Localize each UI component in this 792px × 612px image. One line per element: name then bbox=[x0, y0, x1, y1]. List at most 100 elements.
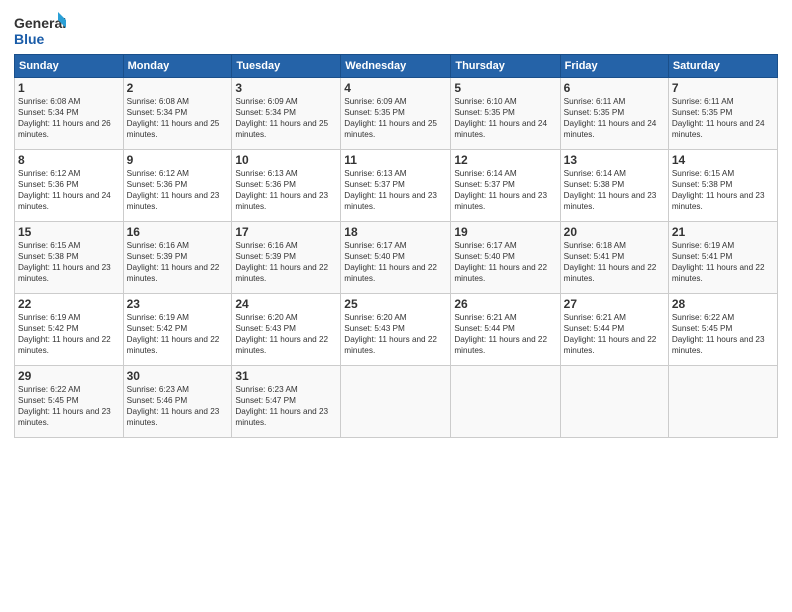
day-number: 21 bbox=[672, 225, 774, 239]
cell-content: Sunrise: 6:23 AMSunset: 5:46 PMDaylight:… bbox=[127, 384, 229, 428]
day-number: 20 bbox=[564, 225, 665, 239]
day-number: 15 bbox=[18, 225, 120, 239]
calendar-cell: 15Sunrise: 6:15 AMSunset: 5:38 PMDayligh… bbox=[15, 222, 124, 294]
weekday-header: Saturday bbox=[668, 55, 777, 78]
cell-content: Sunrise: 6:20 AMSunset: 5:43 PMDaylight:… bbox=[344, 312, 447, 356]
cell-content: Sunrise: 6:09 AMSunset: 5:35 PMDaylight:… bbox=[344, 96, 447, 140]
day-number: 23 bbox=[127, 297, 229, 311]
cell-content: Sunrise: 6:16 AMSunset: 5:39 PMDaylight:… bbox=[235, 240, 337, 284]
calendar-cell: 29Sunrise: 6:22 AMSunset: 5:45 PMDayligh… bbox=[15, 366, 124, 438]
cell-content: Sunrise: 6:19 AMSunset: 5:42 PMDaylight:… bbox=[127, 312, 229, 356]
cell-content: Sunrise: 6:21 AMSunset: 5:44 PMDaylight:… bbox=[454, 312, 556, 356]
calendar-cell: 14Sunrise: 6:15 AMSunset: 5:38 PMDayligh… bbox=[668, 150, 777, 222]
header-row: SundayMondayTuesdayWednesdayThursdayFrid… bbox=[15, 55, 778, 78]
day-number: 3 bbox=[235, 81, 337, 95]
day-number: 30 bbox=[127, 369, 229, 383]
cell-content: Sunrise: 6:09 AMSunset: 5:34 PMDaylight:… bbox=[235, 96, 337, 140]
calendar-cell: 27Sunrise: 6:21 AMSunset: 5:44 PMDayligh… bbox=[560, 294, 668, 366]
calendar-cell: 5Sunrise: 6:10 AMSunset: 5:35 PMDaylight… bbox=[451, 78, 560, 150]
day-number: 24 bbox=[235, 297, 337, 311]
cell-content: Sunrise: 6:12 AMSunset: 5:36 PMDaylight:… bbox=[18, 168, 120, 212]
cell-content: Sunrise: 6:22 AMSunset: 5:45 PMDaylight:… bbox=[18, 384, 120, 428]
day-number: 28 bbox=[672, 297, 774, 311]
cell-content: Sunrise: 6:13 AMSunset: 5:36 PMDaylight:… bbox=[235, 168, 337, 212]
weekday-header: Sunday bbox=[15, 55, 124, 78]
day-number: 17 bbox=[235, 225, 337, 239]
calendar-cell: 11Sunrise: 6:13 AMSunset: 5:37 PMDayligh… bbox=[341, 150, 451, 222]
calendar-cell: 26Sunrise: 6:21 AMSunset: 5:44 PMDayligh… bbox=[451, 294, 560, 366]
calendar-cell: 21Sunrise: 6:19 AMSunset: 5:41 PMDayligh… bbox=[668, 222, 777, 294]
day-number: 12 bbox=[454, 153, 556, 167]
cell-content: Sunrise: 6:18 AMSunset: 5:41 PMDaylight:… bbox=[564, 240, 665, 284]
svg-text:Blue: Blue bbox=[14, 31, 45, 47]
cell-content: Sunrise: 6:19 AMSunset: 5:42 PMDaylight:… bbox=[18, 312, 120, 356]
calendar-week-row: 29Sunrise: 6:22 AMSunset: 5:45 PMDayligh… bbox=[15, 366, 778, 438]
calendar-header: SundayMondayTuesdayWednesdayThursdayFrid… bbox=[15, 55, 778, 78]
calendar-cell bbox=[668, 366, 777, 438]
calendar-cell: 18Sunrise: 6:17 AMSunset: 5:40 PMDayligh… bbox=[341, 222, 451, 294]
calendar-table: SundayMondayTuesdayWednesdayThursdayFrid… bbox=[14, 54, 778, 438]
day-number: 8 bbox=[18, 153, 120, 167]
calendar-cell: 13Sunrise: 6:14 AMSunset: 5:38 PMDayligh… bbox=[560, 150, 668, 222]
calendar-cell: 9Sunrise: 6:12 AMSunset: 5:36 PMDaylight… bbox=[123, 150, 232, 222]
weekday-header: Tuesday bbox=[232, 55, 341, 78]
day-number: 6 bbox=[564, 81, 665, 95]
cell-content: Sunrise: 6:11 AMSunset: 5:35 PMDaylight:… bbox=[672, 96, 774, 140]
calendar-cell: 1Sunrise: 6:08 AMSunset: 5:34 PMDaylight… bbox=[15, 78, 124, 150]
day-number: 29 bbox=[18, 369, 120, 383]
day-number: 22 bbox=[18, 297, 120, 311]
cell-content: Sunrise: 6:08 AMSunset: 5:34 PMDaylight:… bbox=[18, 96, 120, 140]
calendar-body: 1Sunrise: 6:08 AMSunset: 5:34 PMDaylight… bbox=[15, 78, 778, 438]
calendar-cell: 25Sunrise: 6:20 AMSunset: 5:43 PMDayligh… bbox=[341, 294, 451, 366]
logo-icon: General Blue bbox=[14, 10, 66, 48]
calendar-cell: 7Sunrise: 6:11 AMSunset: 5:35 PMDaylight… bbox=[668, 78, 777, 150]
cell-content: Sunrise: 6:12 AMSunset: 5:36 PMDaylight:… bbox=[127, 168, 229, 212]
weekday-header: Monday bbox=[123, 55, 232, 78]
main-container: General Blue SundayMondayTuesdayWednesda… bbox=[0, 0, 792, 448]
cell-content: Sunrise: 6:11 AMSunset: 5:35 PMDaylight:… bbox=[564, 96, 665, 140]
day-number: 11 bbox=[344, 153, 447, 167]
calendar-cell bbox=[341, 366, 451, 438]
calendar-cell: 3Sunrise: 6:09 AMSunset: 5:34 PMDaylight… bbox=[232, 78, 341, 150]
day-number: 26 bbox=[454, 297, 556, 311]
calendar-cell: 19Sunrise: 6:17 AMSunset: 5:40 PMDayligh… bbox=[451, 222, 560, 294]
day-number: 7 bbox=[672, 81, 774, 95]
day-number: 27 bbox=[564, 297, 665, 311]
cell-content: Sunrise: 6:08 AMSunset: 5:34 PMDaylight:… bbox=[127, 96, 229, 140]
cell-content: Sunrise: 6:15 AMSunset: 5:38 PMDaylight:… bbox=[672, 168, 774, 212]
weekday-header: Wednesday bbox=[341, 55, 451, 78]
cell-content: Sunrise: 6:10 AMSunset: 5:35 PMDaylight:… bbox=[454, 96, 556, 140]
calendar-cell: 28Sunrise: 6:22 AMSunset: 5:45 PMDayligh… bbox=[668, 294, 777, 366]
day-number: 16 bbox=[127, 225, 229, 239]
calendar-cell bbox=[560, 366, 668, 438]
day-number: 2 bbox=[127, 81, 229, 95]
day-number: 25 bbox=[344, 297, 447, 311]
calendar-week-row: 8Sunrise: 6:12 AMSunset: 5:36 PMDaylight… bbox=[15, 150, 778, 222]
day-number: 13 bbox=[564, 153, 665, 167]
day-number: 19 bbox=[454, 225, 556, 239]
calendar-cell: 2Sunrise: 6:08 AMSunset: 5:34 PMDaylight… bbox=[123, 78, 232, 150]
cell-content: Sunrise: 6:21 AMSunset: 5:44 PMDaylight:… bbox=[564, 312, 665, 356]
calendar-cell: 16Sunrise: 6:16 AMSunset: 5:39 PMDayligh… bbox=[123, 222, 232, 294]
day-number: 5 bbox=[454, 81, 556, 95]
calendar-cell: 24Sunrise: 6:20 AMSunset: 5:43 PMDayligh… bbox=[232, 294, 341, 366]
calendar-cell: 8Sunrise: 6:12 AMSunset: 5:36 PMDaylight… bbox=[15, 150, 124, 222]
calendar-cell: 20Sunrise: 6:18 AMSunset: 5:41 PMDayligh… bbox=[560, 222, 668, 294]
day-number: 10 bbox=[235, 153, 337, 167]
calendar-cell: 4Sunrise: 6:09 AMSunset: 5:35 PMDaylight… bbox=[341, 78, 451, 150]
day-number: 31 bbox=[235, 369, 337, 383]
cell-content: Sunrise: 6:17 AMSunset: 5:40 PMDaylight:… bbox=[344, 240, 447, 284]
day-number: 1 bbox=[18, 81, 120, 95]
weekday-header: Friday bbox=[560, 55, 668, 78]
day-number: 9 bbox=[127, 153, 229, 167]
calendar-cell bbox=[451, 366, 560, 438]
calendar-cell: 10Sunrise: 6:13 AMSunset: 5:36 PMDayligh… bbox=[232, 150, 341, 222]
calendar-cell: 30Sunrise: 6:23 AMSunset: 5:46 PMDayligh… bbox=[123, 366, 232, 438]
cell-content: Sunrise: 6:23 AMSunset: 5:47 PMDaylight:… bbox=[235, 384, 337, 428]
calendar-cell: 31Sunrise: 6:23 AMSunset: 5:47 PMDayligh… bbox=[232, 366, 341, 438]
calendar-cell: 23Sunrise: 6:19 AMSunset: 5:42 PMDayligh… bbox=[123, 294, 232, 366]
cell-content: Sunrise: 6:16 AMSunset: 5:39 PMDaylight:… bbox=[127, 240, 229, 284]
cell-content: Sunrise: 6:19 AMSunset: 5:41 PMDaylight:… bbox=[672, 240, 774, 284]
day-number: 14 bbox=[672, 153, 774, 167]
cell-content: Sunrise: 6:17 AMSunset: 5:40 PMDaylight:… bbox=[454, 240, 556, 284]
